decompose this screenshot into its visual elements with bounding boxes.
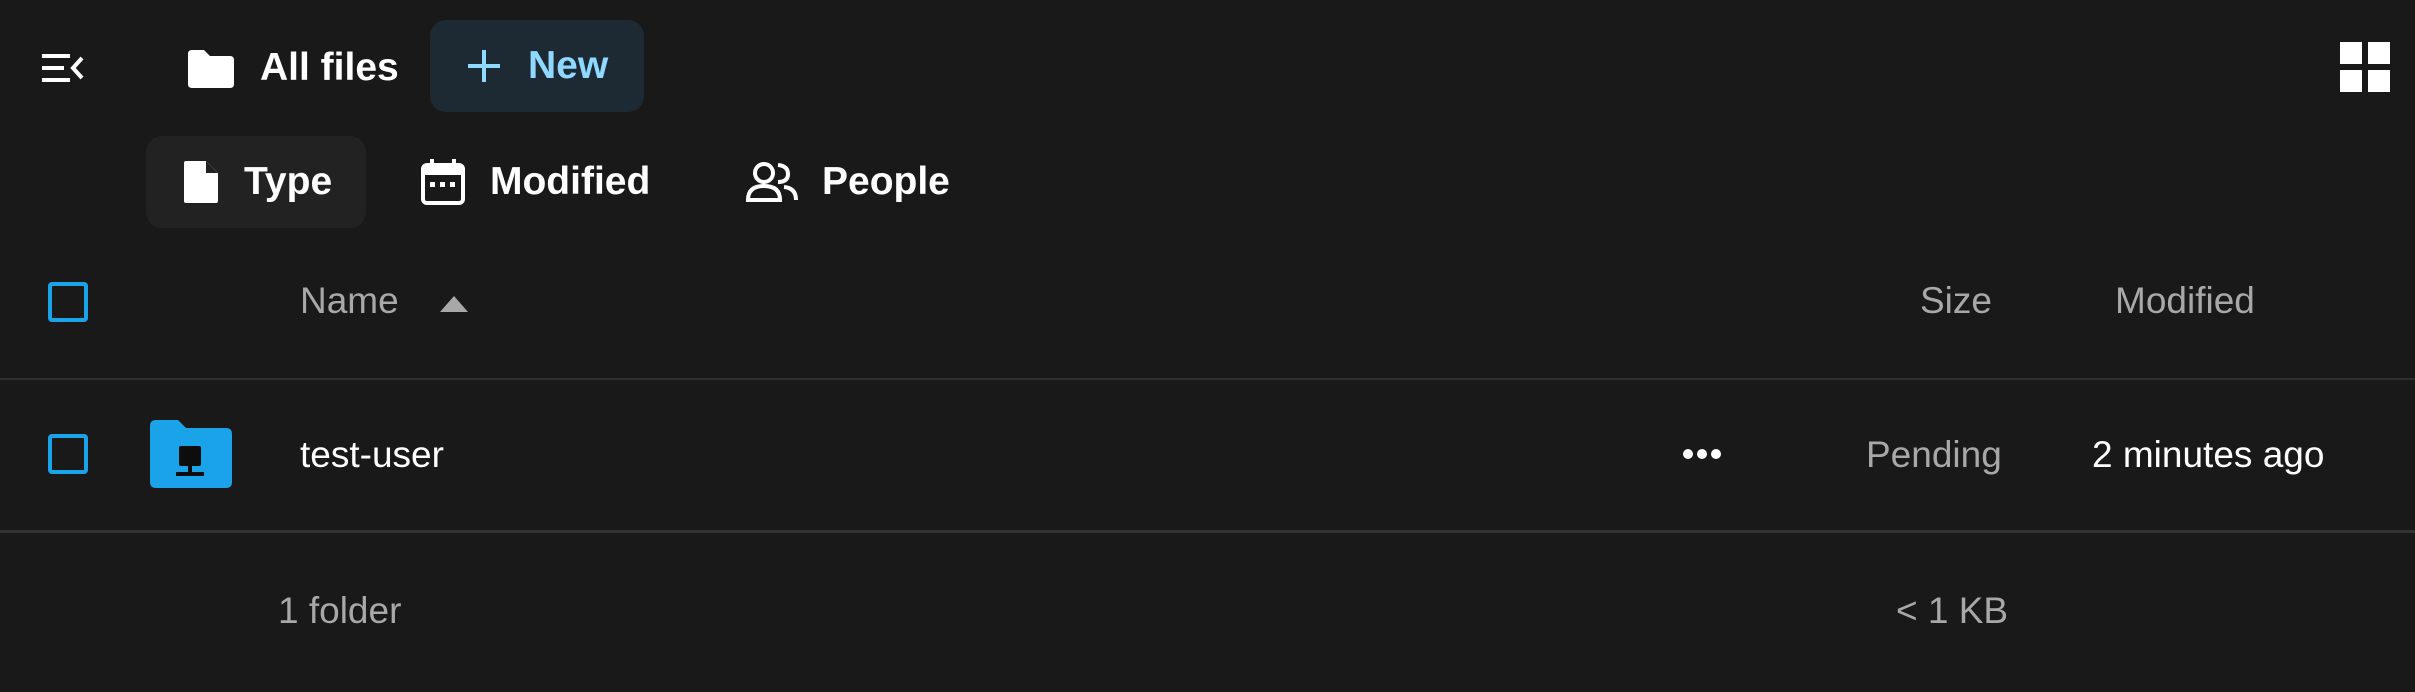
filter-modified-label: Modified: [490, 160, 651, 203]
row-modified: 2 minutes ago: [2092, 434, 2324, 476]
plus-icon: [468, 50, 500, 82]
column-header-modified[interactable]: Modified: [2115, 280, 2255, 322]
footer-summary-label: 1 folder: [278, 590, 402, 631]
sort-ascending-icon[interactable]: [440, 296, 468, 312]
row-name[interactable]: test-user: [300, 434, 444, 476]
column-header-modified-label: Modified: [2115, 280, 2255, 321]
footer-total-size-label: < 1 KB: [1896, 590, 2009, 631]
filter-type[interactable]: Type: [146, 136, 366, 228]
people-icon: [746, 162, 798, 202]
shared-folder-icon: [150, 420, 232, 488]
row-size: Pending: [1866, 434, 2002, 476]
column-header-size-label: Size: [1920, 280, 1992, 321]
new-button-label: New: [528, 44, 609, 87]
breadcrumb-label: All files: [260, 46, 399, 89]
row-name-label: test-user: [300, 434, 444, 475]
filter-type-label: Type: [244, 160, 333, 203]
calendar-icon: [421, 159, 465, 205]
folder-icon: [188, 50, 234, 88]
footer-summary: 1 folder: [278, 590, 401, 632]
filter-people[interactable]: People: [746, 136, 976, 228]
breadcrumb-all-files[interactable]: All files: [186, 20, 399, 116]
column-header-name[interactable]: Name: [300, 280, 399, 322]
row-modified-label: 2 minutes ago: [2092, 434, 2325, 475]
column-header-size[interactable]: Size: [1920, 280, 1992, 322]
header-divider: [0, 378, 2415, 380]
new-button[interactable]: New: [430, 20, 644, 112]
filter-modified[interactable]: Modified: [420, 136, 680, 228]
grid-view-icon[interactable]: [2340, 42, 2390, 92]
sidebar-toggle-icon[interactable]: [40, 48, 86, 88]
more-actions-icon[interactable]: [1682, 448, 1722, 460]
row-checkbox[interactable]: [48, 434, 88, 474]
footer-total-size: < 1 KB: [1896, 590, 2008, 632]
filter-people-label: People: [822, 160, 950, 203]
select-all-checkbox[interactable]: [48, 282, 88, 322]
row-divider: [0, 530, 2415, 533]
column-header-name-label: Name: [300, 280, 399, 321]
row-size-label: Pending: [1866, 434, 2002, 475]
file-icon: [184, 161, 218, 203]
